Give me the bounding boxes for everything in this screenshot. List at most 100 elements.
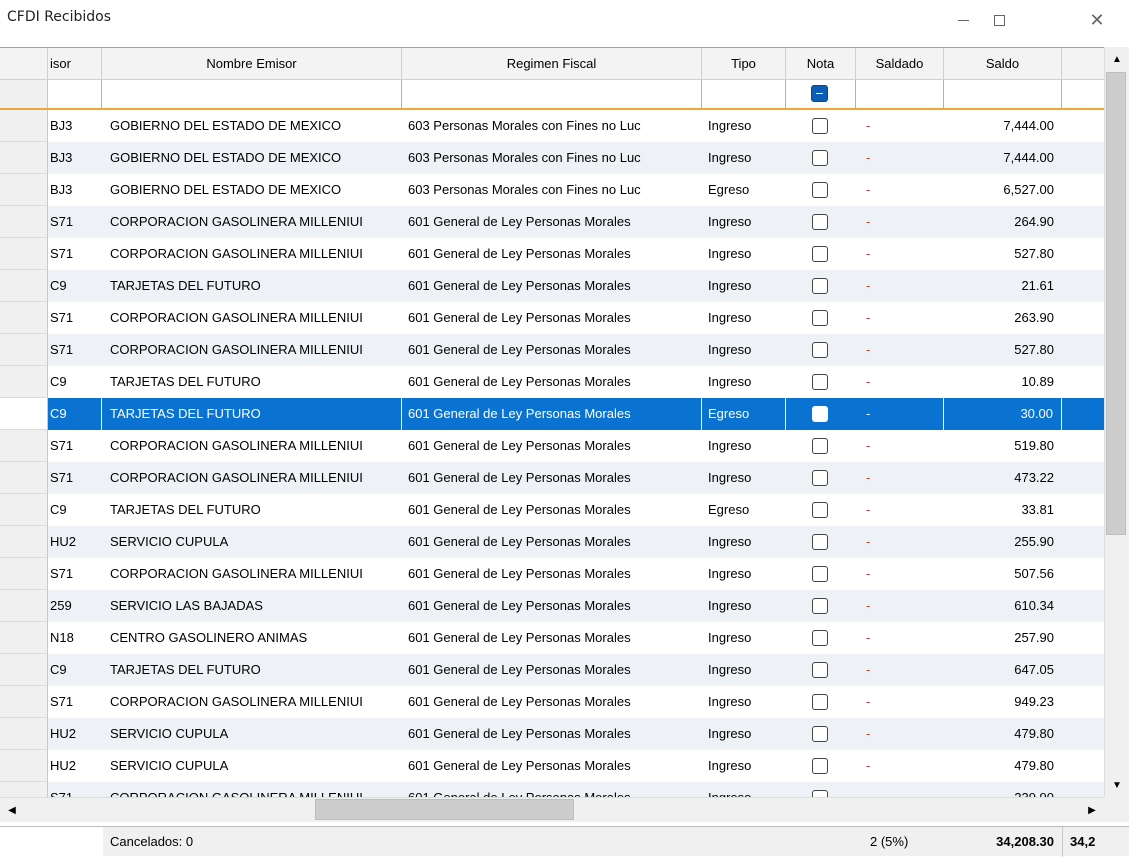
cell-tipo[interactable]: Ingreso — [702, 430, 786, 462]
cell-emisor[interactable]: C9 — [48, 398, 102, 430]
maximize-button[interactable] — [976, 6, 1022, 34]
cell-regimen-fiscal[interactable]: 601 General de Ley Personas Morales — [402, 782, 702, 797]
cell-nombre-emisor[interactable]: CORPORACION GASOLINERA MILLENIUI — [102, 302, 402, 334]
nota-checkbox[interactable] — [812, 118, 828, 134]
table-row[interactable]: S71CORPORACION GASOLINERA MILLENIUI601 G… — [0, 782, 1104, 797]
cell-emisor[interactable]: 259 — [48, 590, 102, 622]
cell-saldado[interactable]: - — [856, 494, 944, 526]
cell-saldo[interactable]: 7,444.00 — [944, 110, 1062, 142]
cell-saldo[interactable]: 257.90 — [944, 622, 1062, 654]
cell-tipo[interactable]: Ingreso — [702, 142, 786, 174]
cell-tipo[interactable]: Ingreso — [702, 302, 786, 334]
table-row[interactable]: HU2 SERVICIO CUPULA 601 General de Ley Per… — [0, 750, 1104, 782]
nota-checkbox[interactable] — [812, 566, 828, 582]
filter-regimen-fiscal[interactable] — [402, 80, 702, 108]
cell-regimen-fiscal[interactable]: 601 General de Ley Personas Morales — [402, 430, 702, 462]
cell-saldo[interactable]: 949.23 — [944, 686, 1062, 718]
cell-tipo[interactable]: Ingreso — [702, 526, 786, 558]
row-selector[interactable] — [0, 302, 48, 334]
nota-checkbox[interactable] — [812, 694, 828, 710]
table-row[interactable]: S71CORPORACION GASOLINERA MILLENIUI601 G… — [0, 302, 1104, 334]
row-selector[interactable] — [0, 206, 48, 238]
cell-nombre-emisor[interactable]: CORPORACION GASOLINERA MILLENIUI — [102, 686, 402, 718]
cell-saldado[interactable]: - — [856, 334, 944, 366]
cell-saldo[interactable]: 473.22 — [944, 462, 1062, 494]
table-row[interactable]: HU2 SERVICIO CUPULA 601 General de Ley Per… — [0, 526, 1104, 558]
row-selector[interactable] — [0, 270, 48, 302]
filter-saldo[interactable] — [944, 80, 1062, 108]
table-row[interactable]: S71CORPORACION GASOLINERA MILLENIUI601 G… — [0, 558, 1104, 590]
cell-nombre-emisor[interactable]: TARJETAS DEL FUTURO — [102, 270, 402, 302]
cell-emisor[interactable]: BJ3 — [48, 142, 102, 174]
filter-nota[interactable] — [786, 80, 856, 108]
cell-regimen-fiscal[interactable]: 601 General de Ley Personas Morales — [402, 302, 702, 334]
cell-nombre-emisor[interactable]: GOBIERNO DEL ESTADO DE MEXICO — [102, 110, 402, 142]
table-row[interactable]: S71CORPORACION GASOLINERA MILLENIUI601 G… — [0, 430, 1104, 462]
cell-saldado[interactable]: - — [856, 558, 944, 590]
cell-nombre-emisor[interactable]: SERVICIO CUPULA — [102, 526, 402, 558]
nota-checkbox[interactable] — [812, 438, 828, 454]
cell-regimen-fiscal[interactable]: 603 Personas Morales con Fines no Luc — [402, 174, 702, 206]
cell-emisor[interactable]: S71 — [48, 206, 102, 238]
scroll-left-icon[interactable]: ◀ — [3, 801, 21, 819]
nota-checkbox[interactable] — [812, 406, 828, 422]
cell-tipo[interactable]: Ingreso — [702, 270, 786, 302]
cell-nombre-emisor[interactable]: CORPORACION GASOLINERA MILLENIUI — [102, 206, 402, 238]
table-row[interactable]: C9 TARJETAS DEL FUTURO 601 General de Ley … — [0, 654, 1104, 686]
cell-emisor[interactable]: S71 — [48, 462, 102, 494]
cell-saldo[interactable]: 610.34 — [944, 590, 1062, 622]
cell-nombre-emisor[interactable]: CORPORACION GASOLINERA MILLENIUI — [102, 782, 402, 797]
cell-tipo[interactable]: Egreso — [702, 494, 786, 526]
scroll-up-icon[interactable]: ▲ — [1108, 50, 1126, 68]
cell-regimen-fiscal[interactable]: 601 General de Ley Personas Morales — [402, 750, 702, 782]
nota-checkbox[interactable] — [812, 758, 828, 774]
cell-tipo[interactable]: Egreso — [702, 398, 786, 430]
nota-checkbox[interactable] — [812, 182, 828, 198]
row-selector[interactable] — [0, 398, 48, 430]
cell-emisor[interactable]: S71 — [48, 430, 102, 462]
cell-emisor[interactable]: S71 — [48, 782, 102, 797]
scroll-down-icon[interactable]: ▼ — [1108, 776, 1126, 794]
table-row[interactable]: C9 TARJETAS DEL FUTURO 601 General de Ley … — [0, 270, 1104, 302]
row-selector[interactable] — [0, 462, 48, 494]
nota-checkbox[interactable] — [812, 726, 828, 742]
cell-emisor[interactable]: BJ3 — [48, 174, 102, 206]
cell-nombre-emisor[interactable]: CORPORACION GASOLINERA MILLENIUI — [102, 238, 402, 270]
cell-nombre-emisor[interactable]: SERVICIO CUPULA — [102, 750, 402, 782]
cell-saldado[interactable]: - — [856, 686, 944, 718]
cell-tipo[interactable]: Ingreso — [702, 718, 786, 750]
row-selector[interactable] — [0, 494, 48, 526]
table-row[interactable]: N18 CENTRO GASOLINERO ANIMAS 601 General d… — [0, 622, 1104, 654]
row-selector[interactable] — [0, 718, 48, 750]
cell-tipo[interactable]: Ingreso — [702, 590, 786, 622]
table-row[interactable]: S71CORPORACION GASOLINERA MILLENIUI601 G… — [0, 334, 1104, 366]
cell-emisor[interactable]: C9 — [48, 654, 102, 686]
cell-saldo[interactable]: 10.89 — [944, 366, 1062, 398]
cell-regimen-fiscal[interactable]: 603 Personas Morales con Fines no Luc — [402, 142, 702, 174]
cell-saldo[interactable]: 519.80 — [944, 430, 1062, 462]
row-selector[interactable] — [0, 558, 48, 590]
horizontal-scroll-thumb[interactable] — [315, 799, 574, 820]
cell-saldo[interactable]: 33.81 — [944, 494, 1062, 526]
cell-saldo[interactable]: 479.80 — [944, 750, 1062, 782]
cell-saldo[interactable]: 6,527.00 — [944, 174, 1062, 206]
cell-regimen-fiscal[interactable]: 601 General de Ley Personas Morales — [402, 398, 702, 430]
cell-nombre-emisor[interactable]: GOBIERNO DEL ESTADO DE MEXICO — [102, 142, 402, 174]
cell-emisor[interactable]: S71 — [48, 334, 102, 366]
cell-emisor[interactable]: S71 — [48, 686, 102, 718]
cell-tipo[interactable]: Ingreso — [702, 366, 786, 398]
nota-checkbox[interactable] — [812, 278, 828, 294]
cell-regimen-fiscal[interactable]: 601 General de Ley Personas Morales — [402, 654, 702, 686]
cell-saldo[interactable]: 263.90 — [944, 302, 1062, 334]
cell-nombre-emisor[interactable]: TARJETAS DEL FUTURO — [102, 654, 402, 686]
cell-regimen-fiscal[interactable]: 601 General de Ley Personas Morales — [402, 526, 702, 558]
nota-checkbox[interactable] — [812, 246, 828, 262]
col-header-saldo[interactable]: Saldo — [944, 48, 1062, 80]
nota-checkbox[interactable] — [812, 214, 828, 230]
cell-emisor[interactable]: S71 — [48, 558, 102, 590]
cell-regimen-fiscal[interactable]: 601 General de Ley Personas Morales — [402, 686, 702, 718]
row-selector[interactable] — [0, 782, 48, 797]
cell-saldado[interactable]: - — [856, 430, 944, 462]
row-selector[interactable] — [0, 526, 48, 558]
cell-nombre-emisor[interactable]: CENTRO GASOLINERO ANIMAS — [102, 622, 402, 654]
